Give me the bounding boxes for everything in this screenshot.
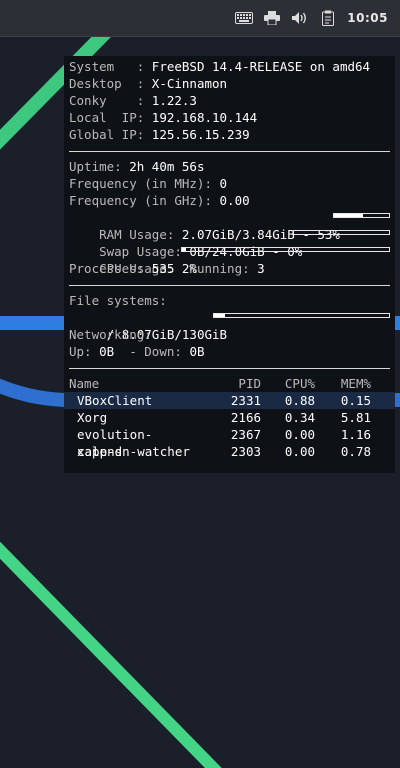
global-ip-label: Global IP:	[69, 127, 152, 142]
process-cpu: 0.88	[284, 393, 315, 408]
swap-usage-bar	[293, 230, 390, 235]
process-mem: 1.16	[340, 427, 371, 442]
process-cpu: 0.00	[284, 444, 315, 459]
root-fs-usage-bar-fill	[214, 314, 225, 317]
global-ip-value: 125.56.15.239	[151, 127, 250, 142]
header-mem: MEM%	[340, 376, 371, 391]
divider	[69, 151, 390, 152]
desktop-row: Desktop : X-Cinnamon	[69, 75, 390, 92]
global-ip-row: Global IP: 125.56.15.239	[69, 126, 390, 143]
conky-version-label: Conky :	[69, 93, 152, 108]
process-cpu: 0.34	[284, 410, 315, 425]
cpu-usage-bar	[181, 247, 390, 252]
conky-version-row: Conky : 1.22.3	[69, 92, 390, 109]
conky-version-value: 1.22.3	[151, 93, 197, 108]
conky-system-monitor: System : FreeBSD 14.4-RELEASE on amd64 D…	[64, 56, 395, 473]
process-pid: 2303	[230, 444, 261, 459]
down-label: - Down:	[114, 344, 190, 359]
table-row: Xorg 2166 0.34 5.81	[69, 409, 390, 426]
process-name: VBoxClient	[77, 393, 153, 408]
ram-row: RAM Usage: 2.07GiB/3.84GiB - 53%	[69, 209, 390, 242]
freq-ghz-value: 0.00	[219, 193, 250, 208]
networking-heading: Networking:	[69, 326, 390, 343]
process-pid: 2331	[230, 393, 261, 408]
process-mem: 0.15	[340, 393, 371, 408]
desktop-value: X-Cinnamon	[151, 76, 228, 91]
freq-mhz-label: Frequency (in MHz):	[69, 176, 220, 191]
volume-icon[interactable]	[289, 9, 311, 27]
running-label: Running:	[174, 261, 258, 276]
local-ip-label: Local IP:	[69, 110, 152, 125]
divider	[69, 368, 390, 369]
process-cpu: 0.00	[284, 427, 315, 442]
processes-row: Processes: 535 Running: 3	[69, 260, 390, 277]
system-row: System : FreeBSD 14.4-RELEASE on amd64	[69, 58, 390, 75]
swap-row: Swap Usage: 0B/24.0GiB - 0%	[69, 226, 390, 259]
uptime-row: Uptime: 2h 40m 56s	[69, 158, 390, 175]
running-value: 3	[257, 261, 265, 276]
freq-mhz-row: Frequency (in MHz): 0	[69, 175, 390, 192]
network-traffic-row: Up: 0B - Down: 0B	[69, 343, 390, 360]
root-fs-usage-bar	[213, 313, 390, 318]
header-name: Name	[69, 376, 100, 391]
process-mem: 5.81	[340, 410, 371, 425]
divider	[69, 285, 390, 286]
freq-ghz-row: Frequency (in GHz): 0.00	[69, 192, 390, 209]
cpu-row: CPU Usage: 2%	[69, 243, 390, 276]
system-value: FreeBSD 14.4-RELEASE on amd64	[151, 59, 371, 74]
system-label: System :	[69, 59, 152, 74]
freq-mhz-value: 0	[219, 176, 228, 191]
up-label: Up:	[69, 344, 100, 359]
up-value: 0B	[99, 344, 115, 359]
cpu-usage-bar-fill	[182, 248, 187, 251]
printer-icon[interactable]	[261, 9, 283, 27]
desktop-label: Desktop :	[69, 76, 152, 91]
process-pid: 2367	[230, 427, 261, 442]
local-ip-value: 192.168.10.144	[151, 110, 258, 125]
table-row: xapp-sn-watcher 2303 0.00 0.78	[69, 443, 390, 460]
header-cpu: CPU%	[284, 376, 315, 391]
process-name: evolution-calend	[77, 427, 153, 459]
keyboard-icon[interactable]	[233, 9, 255, 27]
header-pid: PID	[238, 376, 261, 391]
clipboard-icon[interactable]	[317, 9, 339, 27]
panel-clock[interactable]: 10:05	[347, 11, 388, 25]
uptime-value: 2h 40m 56s	[129, 159, 205, 174]
process-pid: 2166	[230, 410, 261, 425]
down-value: 0B	[189, 344, 205, 359]
root-fs-row: / 8.07GiB/130GiB	[69, 309, 390, 342]
networking-heading-label: Networking:	[69, 327, 152, 342]
freq-ghz-label: Frequency (in GHz):	[69, 193, 220, 208]
top-panel: 10:05	[0, 0, 400, 37]
table-row: VBoxClient 2331 0.88 0.15	[64, 392, 395, 409]
processes-value: 535	[151, 261, 175, 276]
uptime-label: Uptime:	[69, 159, 130, 174]
table-row: evolution-calend 2367 0.00 1.16	[69, 426, 390, 459]
process-mem: 0.78	[340, 444, 371, 459]
local-ip-row: Local IP: 192.168.10.144	[69, 109, 390, 126]
process-name: xapp-sn-watcher	[77, 444, 190, 459]
filesystems-heading-label: File systems:	[69, 293, 167, 308]
ram-usage-bar	[333, 213, 390, 218]
ram-usage-bar-fill	[334, 214, 364, 217]
filesystems-heading: File systems:	[69, 292, 390, 309]
process-table-header: Name PID CPU% MEM%	[69, 375, 390, 392]
processes-label: Processes:	[69, 261, 152, 276]
process-name: Xorg	[77, 410, 108, 425]
